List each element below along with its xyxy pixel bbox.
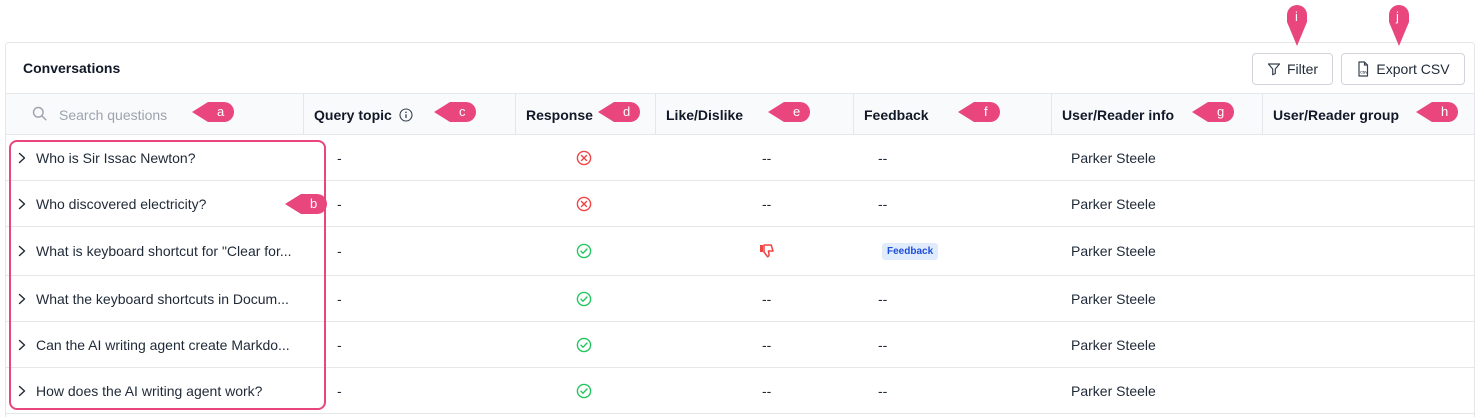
user-info-cell: Parker Steele xyxy=(1071,290,1156,307)
question-text: Can the AI writing agent create Markdo..… xyxy=(36,336,290,353)
filter-button[interactable]: Filter xyxy=(1252,53,1333,85)
conversations-panel: Conversations Filter CSV Export CSV Quer… xyxy=(5,42,1475,417)
query-topic-cell: - xyxy=(337,382,342,399)
table-row[interactable]: Who discovered electricity? - -- -- Parker S… xyxy=(6,181,1474,227)
feedback-cell: -- xyxy=(878,195,888,212)
chevron-right-icon[interactable] xyxy=(18,339,26,351)
question-cell[interactable]: What the keyboard shortcuts in Docum... xyxy=(18,276,289,321)
filter-funnel-icon xyxy=(1267,62,1281,76)
question-cell[interactable]: Who discovered electricity? xyxy=(18,181,206,226)
question-cell[interactable]: How does the AI writing agent work? xyxy=(18,368,262,413)
like-dislike-cell: -- xyxy=(762,290,772,307)
annotation-label-i: i xyxy=(1295,9,1298,24)
annotation-label-h: h xyxy=(1441,104,1449,119)
annotation-label-f: f xyxy=(984,104,988,119)
question-cell[interactable]: What is keyboard shortcut for "Clear for… xyxy=(18,227,292,275)
column-label-like-dislike: Like/Dislike xyxy=(666,106,744,123)
user-info-cell: Parker Steele xyxy=(1071,149,1156,166)
column-label-user-info: User/Reader info xyxy=(1062,106,1175,123)
error-x-circle-icon xyxy=(576,181,592,226)
chevron-right-icon[interactable] xyxy=(18,152,26,164)
question-cell[interactable]: Can the AI writing agent create Markdo..… xyxy=(18,322,290,367)
user-info-cell: Parker Steele xyxy=(1071,243,1156,259)
annotation-label-a: a xyxy=(217,104,225,119)
column-label-query-topic: Query topic xyxy=(314,106,392,123)
error-x-circle-icon xyxy=(576,135,592,180)
table-row[interactable]: How does the AI writing agent work? - -- --… xyxy=(6,368,1474,414)
table-row[interactable]: What the keyboard shortcuts in Docum... -… xyxy=(6,276,1474,322)
annotation-label-e: e xyxy=(793,104,801,119)
table-row[interactable]: Can the AI writing agent create Markdo..… xyxy=(6,322,1474,368)
query-topic-cell: - xyxy=(337,290,342,307)
svg-text:CSV: CSV xyxy=(1361,71,1369,75)
column-label-user-group: User/Reader group xyxy=(1273,106,1400,123)
feedback-cell: -- xyxy=(878,382,888,399)
column-feedback[interactable]: Feedback xyxy=(854,94,1052,135)
question-text: What the keyboard shortcuts in Docum... xyxy=(36,290,289,307)
info-icon[interactable] xyxy=(399,107,413,122)
question-cell[interactable]: Who is Sir Issac Newton? xyxy=(18,135,196,180)
column-query-topic[interactable]: Query topic xyxy=(304,94,516,135)
table-row[interactable]: Who is Sir Issac Newton? - -- -- Parker Stee… xyxy=(6,135,1474,181)
feedback-cell: Feedback xyxy=(882,227,939,275)
column-label-response: Response xyxy=(526,106,593,123)
chevron-right-icon[interactable] xyxy=(18,293,26,305)
user-info-cell: Parker Steele xyxy=(1071,382,1156,399)
chevron-right-icon[interactable] xyxy=(18,245,26,257)
column-like-dislike[interactable]: Like/Dislike xyxy=(656,94,854,135)
search-icon xyxy=(32,106,47,124)
table-row[interactable]: What is keyboard shortcut for "Clear for… xyxy=(6,227,1474,276)
like-dislike-cell: -- xyxy=(762,336,772,353)
annotation-label-j: j xyxy=(1396,9,1399,24)
panel-title: Conversations xyxy=(23,60,121,76)
query-topic-cell: - xyxy=(337,336,342,353)
like-dislike-cell: -- xyxy=(762,195,772,212)
question-text: How does the AI writing agent work? xyxy=(36,382,263,399)
export-csv-label: Export CSV xyxy=(1376,61,1450,77)
feedback-cell: -- xyxy=(878,336,888,353)
thumbs-down-icon xyxy=(758,227,776,275)
feedback-badge[interactable]: Feedback xyxy=(882,242,939,260)
feedback-cell: -- xyxy=(878,149,888,166)
annotation-label-g: g xyxy=(1217,104,1225,119)
feedback-cell: -- xyxy=(878,290,888,307)
success-check-circle-icon xyxy=(576,227,592,275)
success-check-circle-icon xyxy=(576,368,592,413)
question-text: What is keyboard shortcut for "Clear for… xyxy=(36,243,292,259)
user-info-cell: Parker Steele xyxy=(1071,336,1156,353)
success-check-circle-icon xyxy=(576,322,592,367)
chevron-right-icon[interactable] xyxy=(18,198,26,210)
annotation-label-c: c xyxy=(459,104,466,119)
csv-file-icon: CSV xyxy=(1356,61,1370,77)
question-text: Who is Sir Issac Newton? xyxy=(36,149,196,166)
like-dislike-cell: -- xyxy=(762,149,772,166)
chevron-right-icon[interactable] xyxy=(18,385,26,397)
annotation-label-d: d xyxy=(623,104,631,119)
user-info-cell: Parker Steele xyxy=(1071,195,1156,212)
question-text: Who discovered electricity? xyxy=(36,195,207,212)
query-topic-cell: - xyxy=(337,243,342,259)
column-label-feedback: Feedback xyxy=(864,106,929,123)
success-check-circle-icon xyxy=(576,276,592,321)
export-csv-button[interactable]: CSV Export CSV xyxy=(1341,53,1465,85)
query-topic-cell: - xyxy=(337,149,342,166)
filter-label: Filter xyxy=(1286,61,1319,77)
query-topic-cell: - xyxy=(337,195,342,212)
search-cell xyxy=(6,94,304,135)
annotation-label-b: b xyxy=(310,196,318,211)
like-dislike-cell: -- xyxy=(762,382,772,399)
